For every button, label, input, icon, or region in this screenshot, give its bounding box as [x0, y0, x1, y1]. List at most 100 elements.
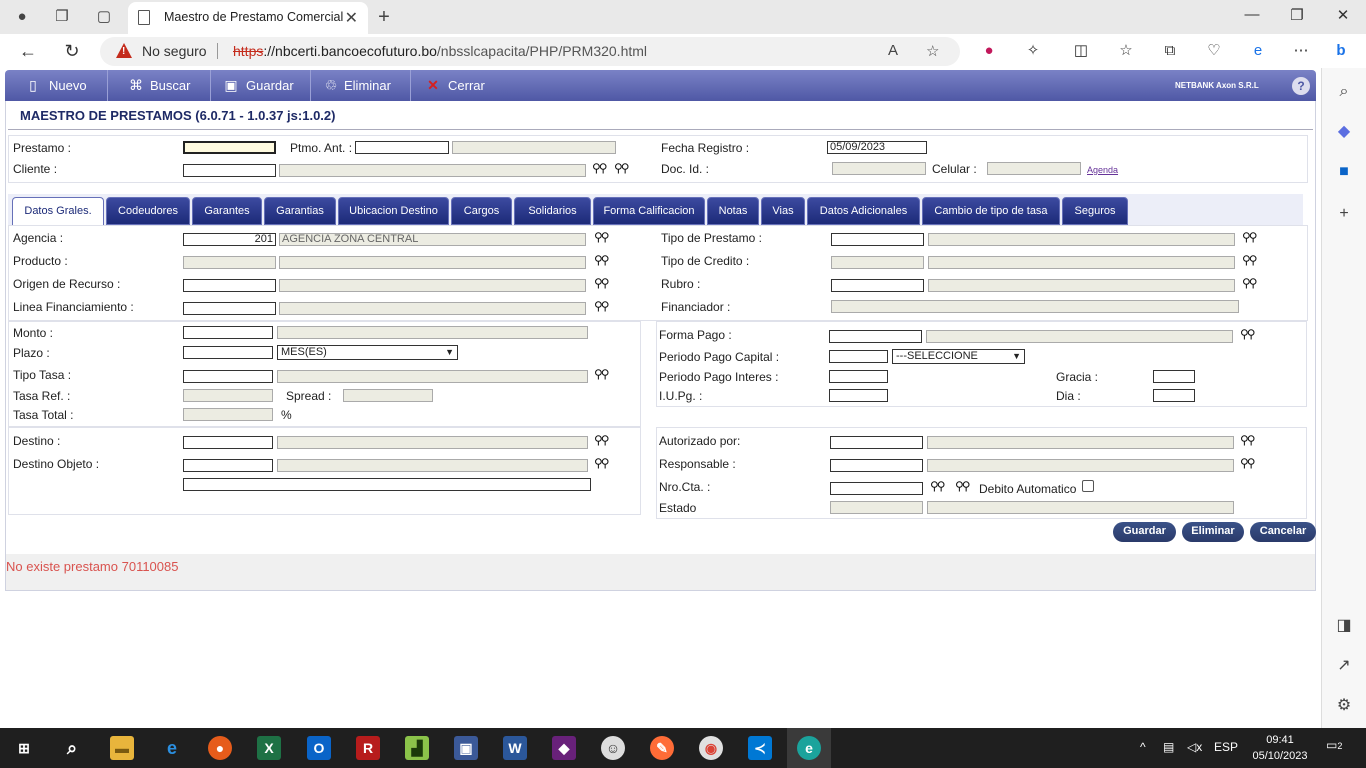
fecha-registro-input[interactable]: 05/09/2023 — [827, 141, 927, 154]
windows-start-icon[interactable]: ⊞ — [12, 736, 36, 760]
search-rubro-binoculars-icon[interactable]: ⚲⚲ — [1242, 276, 1258, 290]
postman-icon[interactable]: ✎ — [650, 736, 674, 760]
search-responsable-binoculars-icon[interactable]: ⚲⚲ — [1240, 456, 1256, 470]
excel-icon[interactable]: X — [257, 736, 281, 760]
tab-solidarios[interactable]: Solidarios — [514, 197, 591, 225]
guardar-button-bottom[interactable]: Guardar — [1113, 522, 1176, 542]
dia-input[interactable] — [1153, 389, 1195, 402]
minimize-icon[interactable]: — — [1240, 6, 1264, 23]
browser-tab[interactable]: Maestro de Prestamo Comercial ✕ — [128, 2, 368, 34]
tab-garantias[interactable]: Garantias — [264, 197, 336, 225]
periodo-capital-input[interactable] — [829, 350, 888, 363]
tab-ubicacion-destino[interactable]: Ubicacion Destino — [338, 197, 449, 225]
search-cuenta-alt-binoculars-icon[interactable]: ⚲⚲ — [955, 479, 971, 493]
add-sidebar-icon[interactable]: + — [1334, 204, 1354, 224]
more-menu-icon[interactable]: ⋯ — [1292, 42, 1310, 60]
edge-taskbar-button[interactable]: e — [787, 728, 831, 768]
tipo-tasa-input[interactable] — [183, 370, 273, 383]
rubro-input[interactable] — [831, 279, 924, 292]
back-icon[interactable]: ← — [17, 40, 39, 62]
red-app-icon[interactable]: R — [356, 736, 380, 760]
search-autorizado-binoculars-icon[interactable]: ⚲⚲ — [1240, 433, 1256, 447]
extensions-puzzle-icon[interactable]: ✧ — [1024, 42, 1042, 60]
autorizado-input[interactable] — [830, 436, 923, 449]
destino-input[interactable] — [183, 436, 273, 449]
external-link-icon[interactable]: ↗ — [1334, 656, 1354, 676]
search-tipo-prestamo-binoculars-icon[interactable]: ⚲⚲ — [1242, 230, 1258, 244]
agencia-code-input[interactable]: 201 — [183, 233, 276, 246]
ptmo-ant-input[interactable] — [355, 141, 449, 154]
prestamo-input[interactable] — [183, 141, 276, 154]
visual-studio-icon[interactable]: ◆ — [552, 736, 576, 760]
restore-icon[interactable]: ❐ — [1285, 6, 1309, 24]
search-forma-pago-binoculars-icon[interactable]: ⚲⚲ — [1240, 327, 1256, 341]
tipo-prestamo-input[interactable] — [831, 233, 924, 246]
search-cliente-alt-binoculars-icon[interactable]: ⚲⚲ — [614, 161, 630, 175]
taskbar-clock[interactable]: 09:41 05/10/2023 — [1248, 732, 1312, 764]
search-producto-binoculars-icon[interactable]: ⚲⚲ — [594, 253, 610, 267]
iupg-input[interactable] — [829, 389, 888, 402]
responsable-input[interactable] — [830, 459, 923, 472]
copilot-icon[interactable]: b — [1332, 42, 1350, 60]
tab-notas[interactable]: Notas — [707, 197, 759, 225]
search-cliente-binoculars-icon[interactable]: ⚲⚲ — [592, 161, 608, 175]
tab-cargos[interactable]: Cargos — [451, 197, 512, 225]
taskbar-search-icon[interactable]: ⌕ — [60, 736, 84, 760]
monto-input[interactable] — [183, 326, 273, 339]
tab-garantes[interactable]: Garantes — [192, 197, 262, 225]
guardar-button[interactable]: ▣ Guardar — [211, 70, 311, 101]
file-explorer-icon[interactable]: ▬ — [110, 736, 134, 760]
volume-muted-icon[interactable]: ◁x — [1187, 740, 1202, 754]
outlook-sidebar-icon[interactable]: ■ — [1334, 162, 1354, 182]
search-linea-binoculars-icon[interactable]: ⚲⚲ — [594, 299, 610, 313]
chart-app-icon[interactable]: ▟ — [405, 736, 429, 760]
plazo-unit-select[interactable]: MES(ES) ▼ — [277, 345, 458, 360]
search-icon[interactable]: ⌕ — [1334, 82, 1354, 102]
outlook-icon[interactable]: O — [307, 736, 331, 760]
cancelar-button[interactable]: Cancelar — [1250, 522, 1316, 542]
eliminar-toolbar-button[interactable]: ♲ Eliminar — [311, 70, 411, 101]
read-aloud-icon[interactable]: A — [888, 42, 898, 59]
copilot-sidebar-icon[interactable]: ◆ — [1334, 122, 1354, 142]
destino-objeto-input[interactable] — [183, 459, 273, 472]
search-destino-binoculars-icon[interactable]: ⚲⚲ — [594, 433, 610, 447]
favorites-icon[interactable]: ☆ — [1117, 42, 1135, 60]
nro-cta-input[interactable] — [830, 482, 923, 495]
extension-icon[interactable]: ● — [980, 42, 998, 60]
tab-vias[interactable]: Vias — [761, 197, 805, 225]
edge-feature-icon[interactable]: e — [1249, 42, 1267, 60]
settings-gear-icon[interactable]: ⚙ — [1334, 696, 1354, 716]
forma-pago-input[interactable] — [829, 330, 922, 343]
split-screen-icon[interactable]: ◫ — [1072, 42, 1090, 60]
new-tab-icon[interactable]: + — [374, 7, 394, 27]
search-tipo-tasa-binoculars-icon[interactable]: ⚲⚲ — [594, 367, 610, 381]
network-app-icon[interactable]: ▣ — [454, 736, 478, 760]
profile-icon[interactable]: ● — [12, 7, 32, 27]
favorite-star-icon[interactable]: ☆ — [926, 42, 939, 60]
search-agencia-binoculars-icon[interactable]: ⚲⚲ — [594, 230, 610, 244]
vscode-icon[interactable]: ≺ — [748, 736, 772, 760]
cliente-input[interactable] — [183, 164, 276, 177]
tab-datos-grales[interactable]: Datos Grales. — [12, 197, 104, 225]
tab-forma-calificacion[interactable]: Forma Calificacion — [593, 197, 705, 225]
sidebar-toggle-icon[interactable]: ◨ — [1334, 616, 1354, 636]
close-tab-icon[interactable]: ✕ — [345, 8, 358, 28]
tray-chevron-icon[interactable]: ^ — [1140, 740, 1146, 754]
search-destino-objeto-binoculars-icon[interactable]: ⚲⚲ — [594, 456, 610, 470]
plazo-input[interactable] — [183, 346, 273, 359]
nuevo-button[interactable]: ▯ Nuevo — [5, 70, 108, 101]
language-indicator[interactable]: ESP — [1214, 740, 1238, 754]
collections-icon[interactable]: ⧉ — [1161, 42, 1179, 60]
search-tipo-credito-binoculars-icon[interactable]: ⚲⚲ — [1242, 253, 1258, 267]
notifications-icon[interactable]: ▭2 — [1326, 738, 1342, 752]
url-text[interactable]: https://nbcerti.bancoecofuturo.bo/nbsslc… — [233, 43, 647, 59]
support-app-icon[interactable]: ☺ — [601, 736, 625, 760]
eliminar-button-bottom[interactable]: Eliminar — [1182, 522, 1244, 542]
address-bar[interactable]: ! No seguro https://nbcerti.bancoecofutu… — [100, 37, 960, 66]
browser-essentials-icon[interactable]: ♡ — [1205, 42, 1223, 60]
refresh-icon[interactable]: ↻ — [61, 40, 83, 62]
linea-financiamiento-input[interactable] — [183, 302, 276, 315]
chrome-icon[interactable]: ◉ — [699, 736, 723, 760]
firefox-icon[interactable]: ● — [208, 736, 232, 760]
internet-explorer-icon[interactable]: e — [160, 736, 184, 760]
